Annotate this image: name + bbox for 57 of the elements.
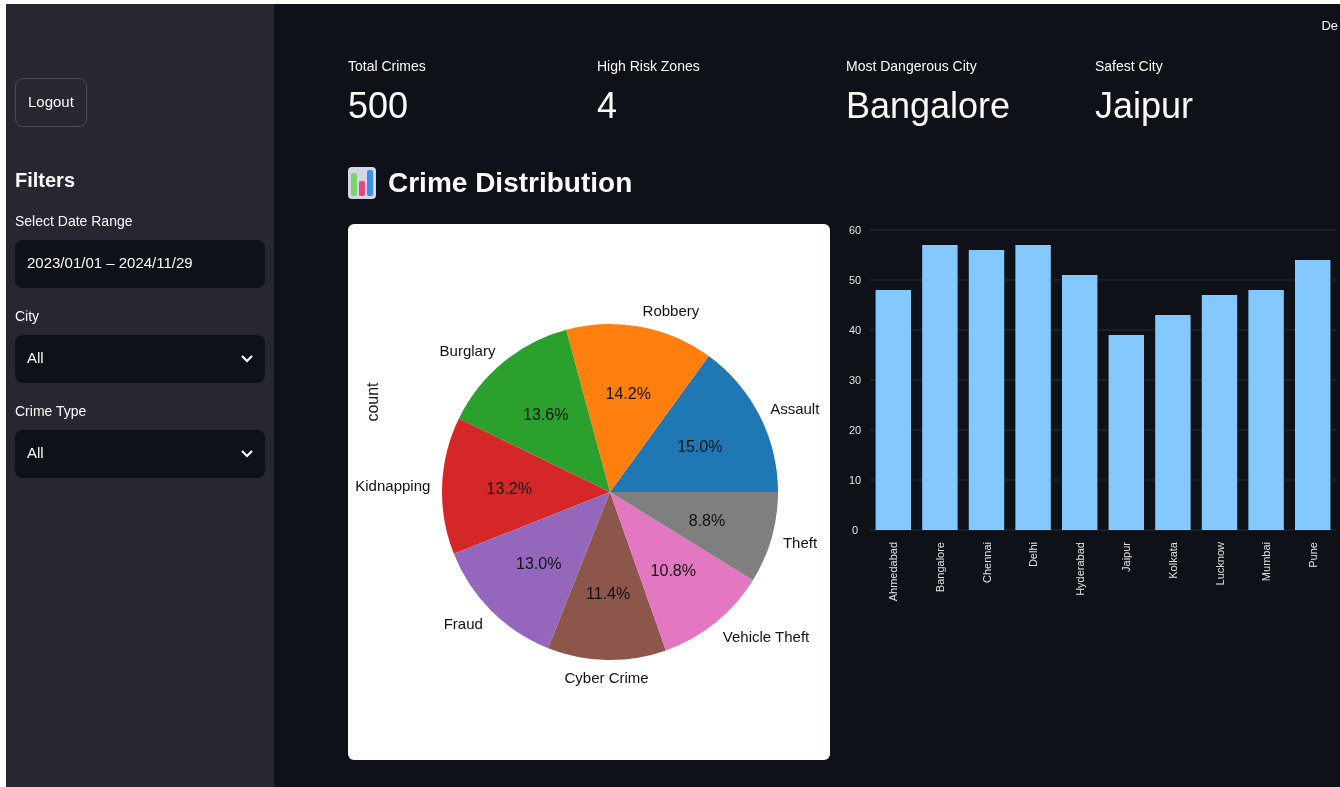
field-label: City — [15, 306, 41, 326]
metric-value: Bangalore — [846, 84, 1012, 128]
axis-tick-label: 0 — [851, 524, 859, 536]
metric-value: Jaipur — [1095, 84, 1195, 128]
category-label: Bangalore — [933, 542, 946, 593]
header-text[interactable]: De — [1321, 16, 1338, 36]
slice-percent-label: 14.2% — [605, 384, 651, 402]
slice-percent-label: 13.2% — [486, 480, 532, 498]
axis-label: count — [364, 382, 381, 422]
metric-label: High Risk Zones — [597, 57, 701, 76]
slice-percent-label: 13.6% — [523, 406, 569, 424]
category-label: Pune — [1306, 542, 1319, 568]
slice-label: Theft — [782, 534, 818, 552]
axis-tick-label: 30 — [848, 374, 862, 386]
slice-percent-label: 15.0% — [677, 438, 723, 456]
metric-label: Total Crimes — [348, 57, 427, 76]
dropdown[interactable]: All — [15, 429, 265, 478]
date-range-field[interactable]: 2023/01/01 – 2024/11/29 — [15, 239, 265, 288]
slice-percent-label: 13.0% — [516, 555, 562, 573]
slice-label: Kidnapping — [355, 477, 431, 495]
category-label: Chennai — [980, 542, 993, 583]
axis-tick-label: 40 — [848, 324, 862, 336]
metric-label: Most Dangerous City — [846, 57, 978, 76]
slice-percent-label: 11.4% — [586, 584, 631, 602]
category-label: Delhi — [1027, 542, 1040, 568]
slice-percent-label: 10.8% — [650, 562, 696, 580]
slice-label: Vehicle Theft — [722, 627, 810, 645]
metric-label: Safest City — [1095, 57, 1164, 76]
slice-label: Assault — [770, 400, 820, 418]
field-label: Select Date Range — [15, 211, 134, 231]
slice-label: Robbery — [642, 302, 700, 320]
section-title: Crime Distribution — [388, 166, 633, 200]
slice-label: Burglary — [439, 341, 496, 359]
bar-chart-icon — [348, 167, 376, 199]
category-label: Mumbai — [1260, 542, 1273, 582]
metric-value: 4 — [597, 84, 619, 128]
chevron-down-icon — [241, 449, 253, 458]
category-label: Ahmedabad — [887, 542, 900, 602]
axis-tick-label: 50 — [848, 274, 862, 286]
axis-tick-label: 20 — [848, 424, 862, 436]
filters-heading: Filters — [15, 167, 77, 193]
dropdown[interactable]: All — [15, 334, 265, 383]
category-label: Kolkata — [1166, 542, 1179, 579]
slice-percent-label: 8.8% — [688, 511, 726, 529]
dropdown-value[interactable]: All — [27, 347, 44, 370]
category-label: Hyderabad — [1073, 542, 1086, 596]
axis-tick-label: 60 — [848, 224, 862, 236]
field-label: Crime Type — [15, 401, 88, 421]
slice-label: Fraud — [443, 614, 483, 632]
metric-value: 500 — [348, 84, 410, 128]
axis-tick-label: 10 — [848, 474, 862, 486]
dropdown-value[interactable]: All — [27, 442, 44, 465]
chevron-down-icon — [241, 354, 253, 363]
category-label: Jaipur — [1120, 542, 1133, 572]
slice-label: Cyber Crime — [564, 668, 649, 686]
logout-button[interactable]: Logout — [15, 78, 87, 127]
category-label: Lucknow — [1213, 542, 1226, 586]
